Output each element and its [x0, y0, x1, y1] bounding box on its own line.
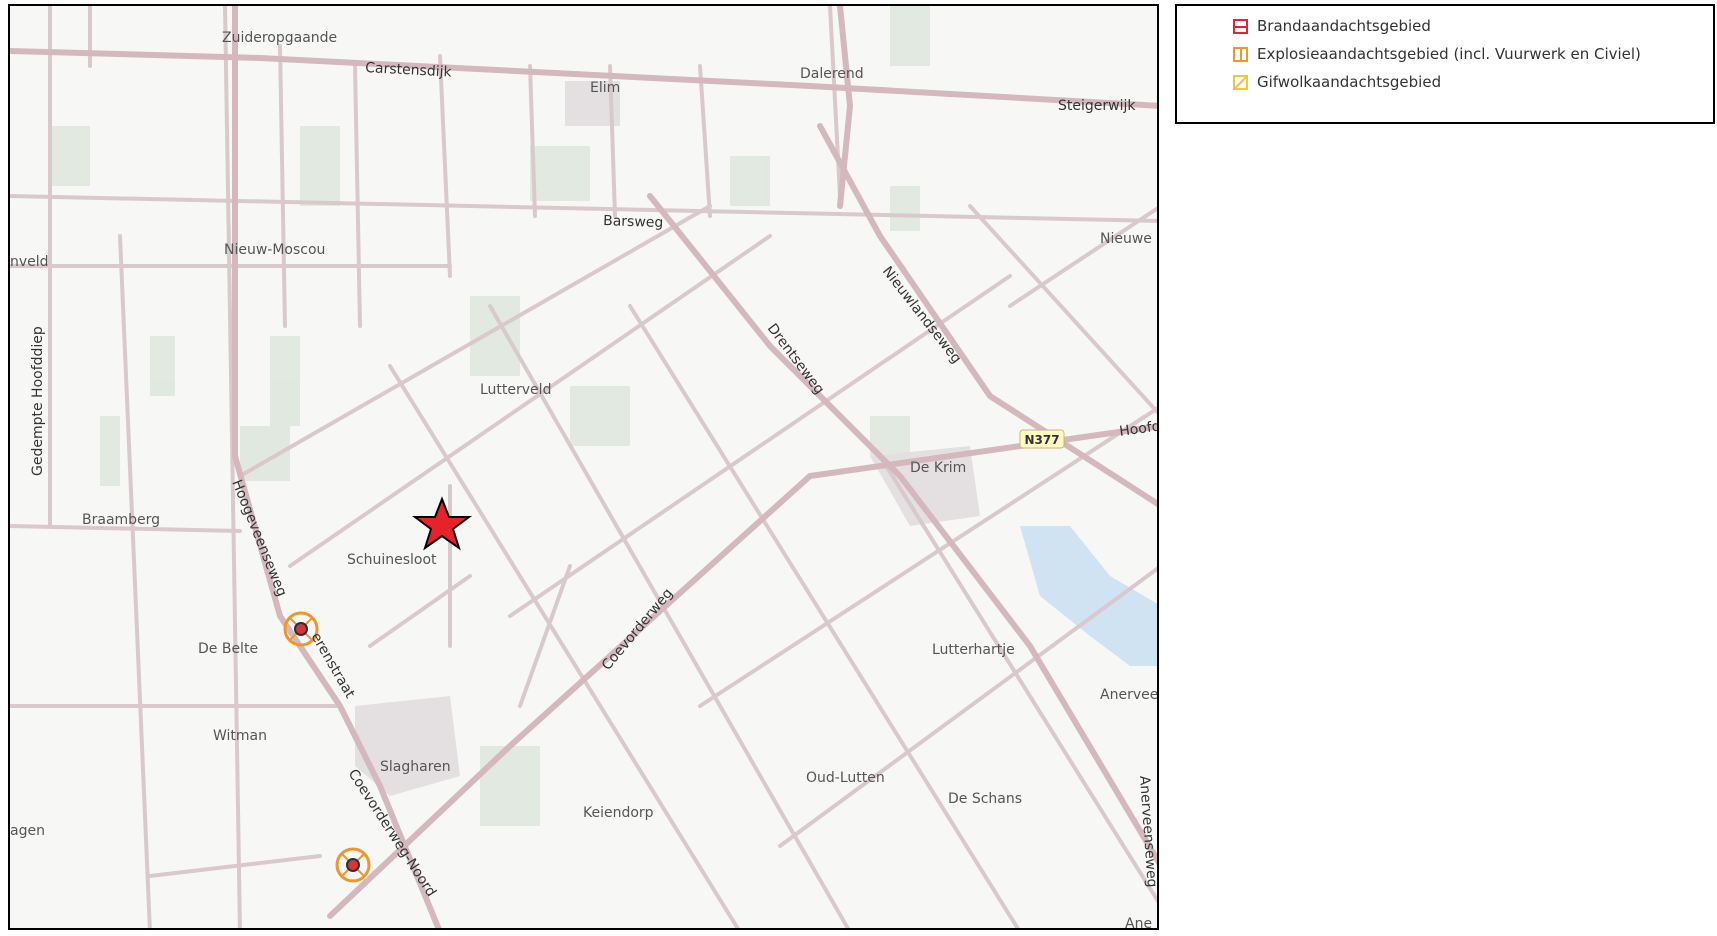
location-star-marker[interactable] — [412, 496, 472, 551]
explosion-area-swatch-icon — [1233, 46, 1248, 62]
place-elim: Elim — [590, 80, 620, 96]
solar-field — [1020, 526, 1157, 666]
place-braamberg: Braamberg — [82, 512, 160, 528]
street-hoogeveenseweg: Hoogeveenseweg — [228, 478, 289, 599]
place-nveld: nveld — [10, 254, 49, 270]
road-shield-n377: N377 — [1019, 429, 1065, 449]
place-keiendorp: Keiendorp — [583, 805, 654, 821]
place-dalerend: Dalerend — [800, 66, 864, 82]
street-drentseweg: Drentseweg — [764, 321, 827, 398]
place-nieuwe: Nieuwe — [1100, 231, 1152, 247]
place-schuinesloot: Schuinesloot — [347, 552, 437, 568]
place-anerveen: Anervee — [1100, 687, 1158, 703]
place-de-krim: De Krim — [910, 460, 966, 476]
place-lutterhartje: Lutterhartje — [932, 642, 1015, 658]
place-slagharen: Slagharen — [380, 759, 451, 775]
street-steigerwijk: Steigerwijk — [1058, 98, 1136, 114]
place-oud-lutten: Oud-Lutten — [806, 770, 885, 786]
street-hoofd: Hoofd — [1118, 418, 1159, 440]
legend-item-gifwolk: Gifwolkaandachtsgebied — [1233, 72, 1441, 92]
place-zuideropgaande: Zuideropgaande — [222, 30, 337, 46]
toxic-cloud-area-swatch-icon — [1233, 74, 1248, 90]
place-de-belte: De Belte — [198, 641, 258, 657]
street-coevorderweg: Coevorderweg — [599, 586, 677, 674]
fire-area-swatch-icon — [1233, 18, 1248, 34]
street-carstensdijk: Carstensdijk — [365, 60, 453, 81]
place-lutterveld: Lutterveld — [480, 382, 551, 398]
legend-item-brand: Brandaandachtsgebied — [1233, 16, 1431, 36]
street-barsweg: Barsweg — [603, 213, 664, 231]
hazard-marker-slagharen[interactable] — [335, 847, 371, 883]
place-de-schans: De Schans — [948, 791, 1022, 807]
vegetation-areas — [50, 6, 930, 826]
legend-item-explosie: Explosieaandachtsgebied (incl. Vuurwerk … — [1233, 44, 1641, 64]
place-nieuw-moscou: Nieuw-Moscou — [224, 242, 325, 258]
place-agen: agen — [10, 823, 45, 839]
place-witman: Witman — [213, 728, 267, 744]
place-ane: Ane — [1125, 916, 1152, 930]
legend: Brandaandachtsgebied Explosieaandachtsge… — [1175, 4, 1715, 124]
street-gedempte-hoofddiep: Gedempte Hoofddiep — [30, 326, 46, 476]
basemap: N377 Zuideropgaande Elim Dalerend Nieuw-… — [10, 6, 1159, 930]
svg-text:N377: N377 — [1024, 433, 1059, 447]
map-view[interactable]: N377 Zuideropgaande Elim Dalerend Nieuw-… — [8, 4, 1159, 930]
